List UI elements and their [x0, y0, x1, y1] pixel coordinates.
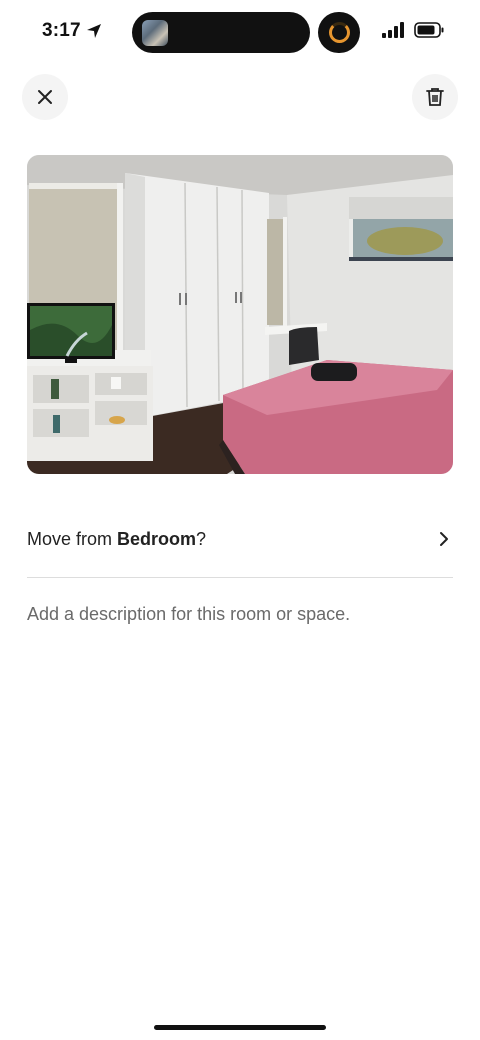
close-button[interactable] [22, 74, 68, 120]
battery-icon [414, 22, 444, 38]
move-prefix: Move from [27, 528, 118, 549]
time-text: 3:17 [42, 20, 81, 41]
cellular-signal-icon [382, 22, 404, 38]
description-placeholder: Add a description for this room or space… [27, 604, 351, 624]
trash-icon [426, 88, 444, 106]
bedroom-image [27, 155, 453, 474]
chevron-right-icon [435, 530, 453, 548]
live-activity-indicator [318, 12, 360, 53]
close-icon [38, 90, 52, 104]
home-indicator[interactable] [154, 1025, 326, 1030]
live-activity-thumbnail [142, 20, 168, 46]
status-icons [382, 22, 444, 38]
room-photo[interactable] [27, 155, 453, 474]
status-bar: 3:17 [0, 0, 480, 64]
divider [27, 577, 453, 578]
status-time: 3:17 [42, 20, 102, 42]
description-input[interactable]: Add a description for this room or space… [27, 604, 453, 625]
move-room-label: Move from Bedroom? [27, 529, 206, 550]
move-suffix: ? [196, 528, 207, 549]
dynamic-island [132, 12, 310, 53]
current-room-name: Bedroom [117, 528, 197, 549]
move-room-row[interactable]: Move from Bedroom? [27, 516, 453, 562]
location-arrow-icon [86, 24, 101, 38]
delete-button[interactable] [412, 74, 458, 120]
activity-ring-icon [329, 22, 350, 43]
